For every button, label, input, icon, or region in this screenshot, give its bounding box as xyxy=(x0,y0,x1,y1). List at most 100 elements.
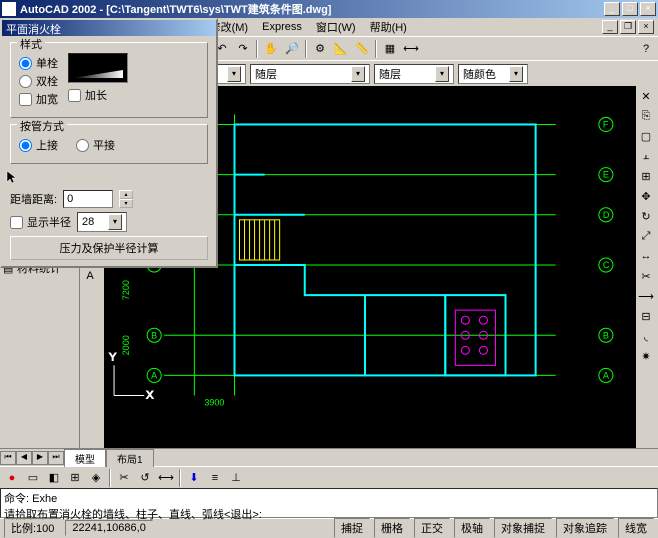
lineweight-combo[interactable]: 随层▾ xyxy=(250,64,370,84)
mdi-restore-button[interactable]: ❐ xyxy=(620,20,636,34)
tool-b8-icon[interactable]: ⬇ xyxy=(184,468,204,488)
model-tabs: ⏮ ◀ ▶ ⏭ 模型 布局1 xyxy=(0,448,658,466)
status-lwt[interactable]: 线宽 xyxy=(618,518,654,538)
array-icon[interactable]: ⊞ xyxy=(636,166,656,186)
svg-text:Y: Y xyxy=(109,351,117,363)
tool-b9-icon[interactable]: ≡ xyxy=(205,468,225,488)
osnap-icon[interactable]: ● xyxy=(2,468,22,488)
svg-text:X: X xyxy=(146,389,154,401)
scale-icon[interactable]: ⤢ xyxy=(636,226,656,246)
tool-b2-icon[interactable]: ◧ xyxy=(44,468,64,488)
radio-flat[interactable]: 平接 xyxy=(76,137,115,153)
copy2-icon[interactable]: ⎘ xyxy=(636,106,656,126)
dialog-title: 平面消火栓 xyxy=(2,20,216,36)
svg-text:B: B xyxy=(151,330,157,340)
style-preview xyxy=(68,53,128,83)
status-coords: 22241,10686,0 xyxy=(65,520,152,536)
svg-text:7200: 7200 xyxy=(121,280,131,300)
command-window[interactable]: 命令: Exhe 请拾取布置消火栓的墙线、柱子、直线、弧线<退出>: xyxy=(0,488,658,518)
svg-text:3900: 3900 xyxy=(204,398,224,408)
erase-icon[interactable]: ✕ xyxy=(636,86,656,106)
tab-model[interactable]: 模型 xyxy=(64,449,106,467)
menu-window[interactable]: 窗口(W) xyxy=(310,18,362,36)
tab-next-icon[interactable]: ▶ xyxy=(32,451,48,465)
pan-icon[interactable]: ✋ xyxy=(261,39,281,59)
fillet-icon[interactable]: ◟ xyxy=(636,326,656,346)
tab-last-icon[interactable]: ⏭ xyxy=(48,451,64,465)
text-icon[interactable]: A xyxy=(80,266,100,286)
rotate-icon[interactable]: ↻ xyxy=(636,206,656,226)
status-grid[interactable]: 栅格 xyxy=(374,518,410,538)
stretch-icon[interactable]: ↔ xyxy=(636,246,656,266)
zoom-icon[interactable]: 🔎 xyxy=(282,39,302,59)
calc-button[interactable]: 压力及保护半径计算 xyxy=(10,236,208,260)
bottom-toolbar: ● ▭ ◧ ⊞ ◈ ✂ ↺ ⟷ ⬇ ≡ ⊥ xyxy=(0,466,658,488)
hydrant-dialog: 平面消火栓 样式 单栓 双栓 加宽 加长 按管方式 上接 平接 xyxy=(0,18,218,268)
window-titlebar: AutoCAD 2002 - [C:\Tangent\TWT6\sys\TWT建… xyxy=(0,0,658,18)
explode-icon[interactable]: ✷ xyxy=(636,346,656,366)
pipe-group: 按管方式 上接 平接 xyxy=(10,124,208,164)
tool2-icon[interactable]: 📐 xyxy=(331,39,351,59)
tool-b10-icon[interactable]: ⊥ xyxy=(226,468,246,488)
status-osnap[interactable]: 对象捕捉 xyxy=(494,518,552,538)
status-ortho[interactable]: 正交 xyxy=(414,518,450,538)
color-combo[interactable]: 随层▾ xyxy=(374,64,454,84)
maximize-button[interactable]: □ xyxy=(622,2,638,16)
close-button[interactable]: × xyxy=(640,2,656,16)
tool-b3-icon[interactable]: ⊞ xyxy=(65,468,85,488)
check-widen[interactable]: 加宽 xyxy=(19,91,58,107)
dist-input[interactable] xyxy=(63,190,113,208)
spin-down-icon[interactable]: ▾ xyxy=(119,199,133,208)
svg-text:F: F xyxy=(603,119,609,129)
radio-single[interactable]: 单栓 xyxy=(19,55,58,71)
tool-b5-icon[interactable]: ✂ xyxy=(114,468,134,488)
check-lengthen[interactable]: 加长 xyxy=(68,87,128,103)
window-title: AutoCAD 2002 - [C:\Tangent\TWT6\sys\TWT建… xyxy=(20,1,604,17)
status-otrack[interactable]: 对象追踪 xyxy=(556,518,614,538)
cursor-arrow-icon xyxy=(6,170,20,184)
modify-toolbar: ✕ ⎘ ▢ ⫠ ⊞ ✥ ↻ ⤢ ↔ ✂ ⟶ ⊟ ◟ ✷ xyxy=(636,86,658,448)
spin-up-icon[interactable]: ▴ xyxy=(119,190,133,199)
status-polar[interactable]: 极轴 xyxy=(454,518,490,538)
dist-label: 距墙距离: xyxy=(10,191,57,207)
app-icon xyxy=(2,2,16,16)
layer-icon[interactable]: ▦ xyxy=(380,39,400,59)
plotstyle-combo[interactable]: 随颜色▾ xyxy=(458,64,528,84)
check-radius[interactable]: 显示半径 xyxy=(10,214,71,230)
status-scale: 比例:100 xyxy=(4,518,61,538)
tool3-icon[interactable]: 📏 xyxy=(352,39,372,59)
trim-icon[interactable]: ✂ xyxy=(636,266,656,286)
radio-double[interactable]: 双栓 xyxy=(19,73,58,89)
svg-text:B: B xyxy=(603,330,609,340)
svg-text:D: D xyxy=(603,210,610,220)
mirror-icon[interactable]: ▢ xyxy=(636,126,656,146)
move-icon[interactable]: ✥ xyxy=(636,186,656,206)
tool-b4-icon[interactable]: ◈ xyxy=(86,468,106,488)
status-snap[interactable]: 捕捉 xyxy=(334,518,370,538)
svg-text:E: E xyxy=(603,170,609,180)
tab-layout1[interactable]: 布局1 xyxy=(106,449,154,467)
tool-b1-icon[interactable]: ▭ xyxy=(23,468,43,488)
break-icon[interactable]: ⊟ xyxy=(636,306,656,326)
tab-first-icon[interactable]: ⏮ xyxy=(0,451,16,465)
offset-icon[interactable]: ⫠ xyxy=(636,146,656,166)
style-group: 样式 单栓 双栓 加宽 加长 xyxy=(10,42,208,118)
radius-combo[interactable]: 28▾ xyxy=(77,212,127,232)
extend-icon[interactable]: ⟶ xyxy=(636,286,656,306)
help-icon[interactable]: ? xyxy=(636,39,656,59)
dim-icon[interactable]: ⟷ xyxy=(401,39,421,59)
mdi-close-button[interactable]: × xyxy=(638,20,654,34)
status-bar: 比例:100 22241,10686,0 捕捉 栅格 正交 极轴 对象捕捉 对象… xyxy=(0,518,658,536)
menu-express[interactable]: Express xyxy=(256,20,308,34)
menu-help[interactable]: 帮助(H) xyxy=(364,18,413,36)
svg-text:C: C xyxy=(603,260,610,270)
tool-b6-icon[interactable]: ↺ xyxy=(135,468,155,488)
redo-icon[interactable]: ↷ xyxy=(233,39,253,59)
radio-top[interactable]: 上接 xyxy=(19,137,58,153)
tool-b7-icon[interactable]: ⟷ xyxy=(156,468,176,488)
command-history: 命令: Exhe xyxy=(4,490,654,506)
tool-icon[interactable]: ⚙ xyxy=(310,39,330,59)
mdi-minimize-button[interactable]: _ xyxy=(602,20,618,34)
tab-prev-icon[interactable]: ◀ xyxy=(16,451,32,465)
minimize-button[interactable]: _ xyxy=(604,2,620,16)
